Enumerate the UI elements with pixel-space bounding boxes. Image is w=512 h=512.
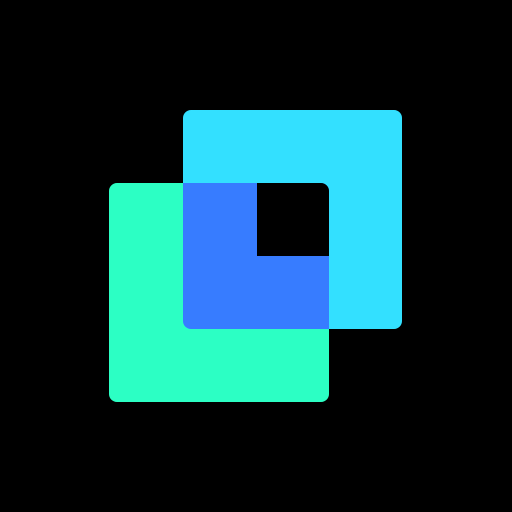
app-logo-canvas — [0, 0, 512, 512]
cutout-square-shape — [257, 183, 329, 256]
